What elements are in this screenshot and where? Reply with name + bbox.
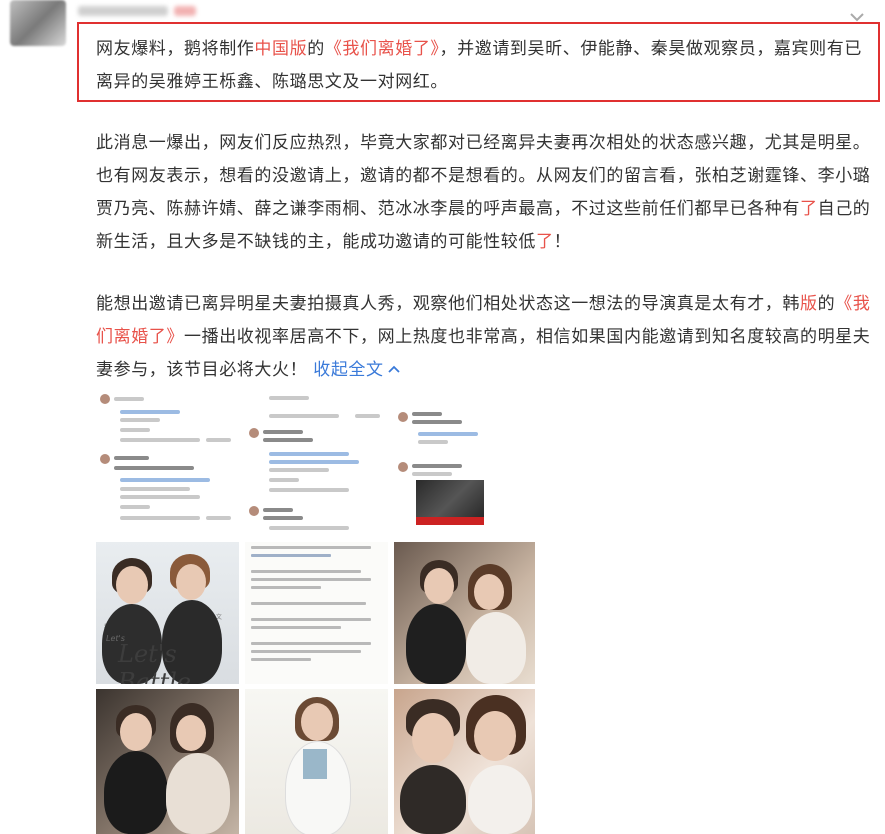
gallery-image-couple-photo-2[interactable] bbox=[96, 689, 239, 834]
scarf bbox=[303, 749, 327, 779]
gallery-image-selfie[interactable] bbox=[394, 689, 535, 834]
collapse-full-text-link[interactable]: 收起全文 bbox=[313, 360, 400, 380]
post-paragraph-2: 此消息一爆出，网友们反应热烈，毕竟大家都对已经离异夫妻再次相处的状态感兴趣，尤其… bbox=[96, 133, 871, 252]
poster-title: Let's Battle bbox=[118, 640, 192, 684]
gallery-image-poster[interactable]: 程 璐 思 文 Let's Let's Battle bbox=[96, 542, 239, 684]
author-avatar[interactable] bbox=[10, 0, 66, 46]
gallery-image-fashion-photo[interactable] bbox=[245, 689, 388, 834]
chevron-up-icon bbox=[387, 365, 400, 373]
gallery-image-comments-1[interactable] bbox=[96, 392, 239, 534]
post-paragraph-3: 能想出邀请已离异明星夫妻拍摄真人秀，观察他们相处状态这一想法的导演真是太有才，韩… bbox=[96, 294, 871, 380]
author-name-blurred[interactable] bbox=[78, 6, 168, 16]
gallery-image-document[interactable] bbox=[245, 542, 388, 684]
author-badge-blurred bbox=[174, 6, 196, 16]
gallery-image-couple-photo-1[interactable] bbox=[394, 542, 535, 684]
tv-caption-bar bbox=[416, 517, 484, 525]
gallery-image-comments-2[interactable] bbox=[245, 392, 388, 534]
gallery-image-comments-3[interactable] bbox=[394, 392, 535, 534]
post-paragraph-highlighted: 网友爆料，鹅将制作中国版的《我们离婚了》，并邀请到吴昕、伊能静、秦昊做观察员，嘉… bbox=[96, 39, 862, 92]
